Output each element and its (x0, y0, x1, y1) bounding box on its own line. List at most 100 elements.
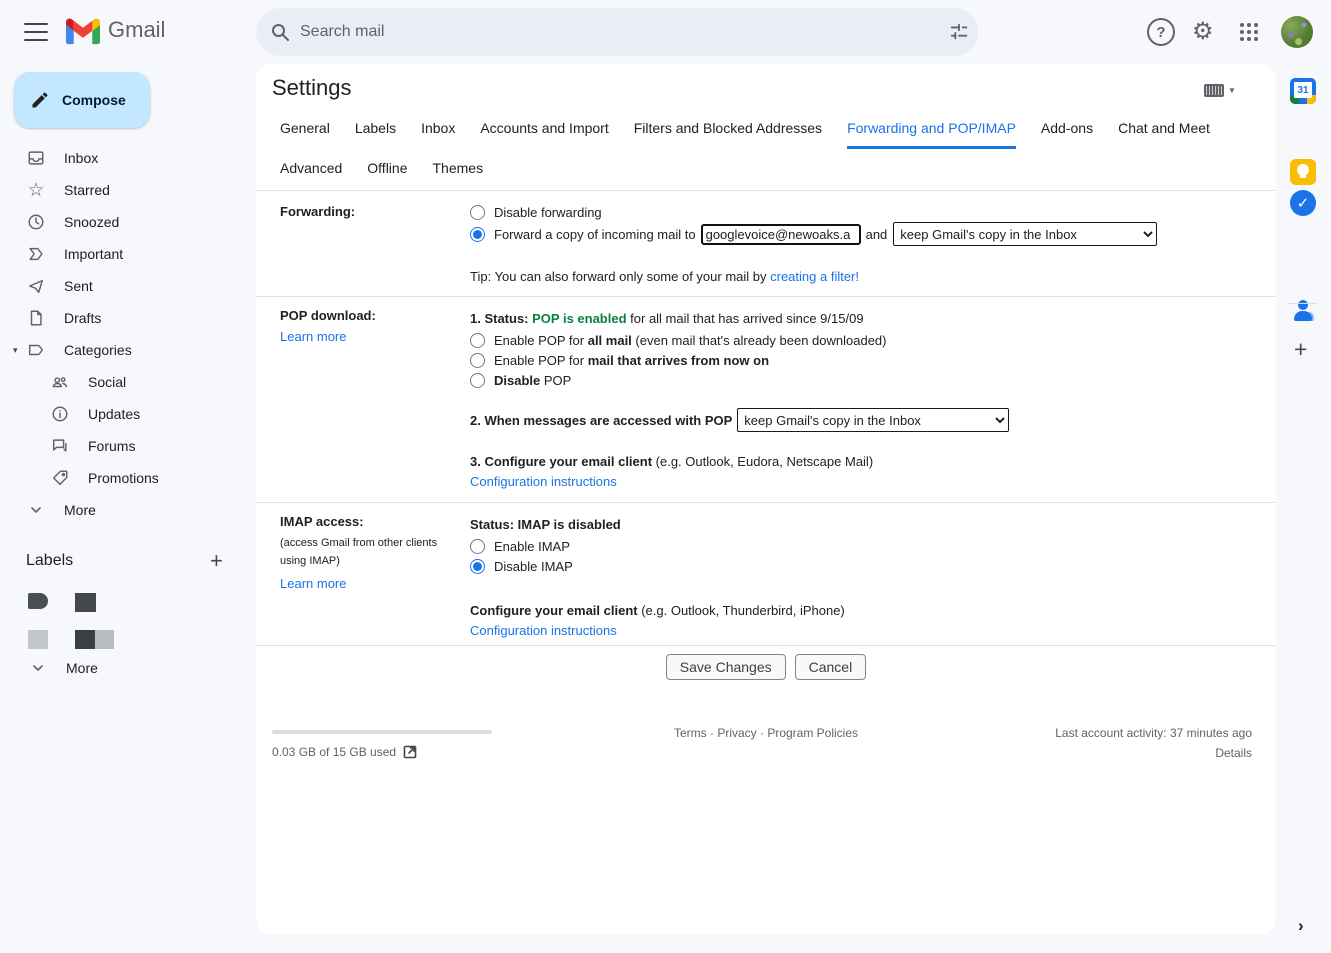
keyboard-dropdown-arrow-icon: ▼ (1228, 86, 1236, 95)
pop-configuration-instructions-link[interactable]: Configuration instructions (470, 474, 617, 489)
account-avatar[interactable] (1281, 16, 1313, 48)
google-contacts-icon[interactable] (1290, 298, 1316, 324)
sidebar-item-starred[interactable]: ☆ Starred (0, 174, 248, 206)
sidebar-item-sent[interactable]: Sent (0, 270, 248, 302)
keyboard-icon (1204, 84, 1224, 97)
main-menu-icon[interactable] (24, 23, 48, 41)
get-add-ons-icon[interactable]: + (1294, 336, 1307, 363)
sidebar-item-label: Inbox (64, 150, 98, 166)
sidebar-item-label: Forums (88, 438, 135, 454)
tab-advanced[interactable]: Advanced (280, 160, 342, 186)
sidebar-item-updates[interactable]: Updates (0, 398, 248, 430)
people-icon (50, 372, 70, 392)
hide-side-panel-icon[interactable]: › (1298, 916, 1304, 936)
sidebar-item-label: Sent (64, 278, 93, 294)
labels-more[interactable]: More (0, 652, 248, 684)
create-label-icon[interactable]: + (210, 548, 223, 574)
sidebar-item-more[interactable]: More (0, 494, 248, 526)
google-tasks-icon[interactable]: ✓ (1290, 190, 1316, 216)
pop-step3-rest: (e.g. Outlook, Eudora, Netscape Mail) (652, 454, 873, 469)
imap-configure-label: Configure your email client (470, 603, 638, 618)
forward-address-input[interactable] (701, 224, 861, 245)
search-bar[interactable] (256, 8, 978, 56)
settings-tabs-row1: General Labels Inbox Accounts and Import… (280, 120, 1210, 149)
radio-label-part: Disable IMAP (494, 559, 573, 574)
enable-pop-from-now-radio[interactable] (470, 353, 485, 368)
help-icon[interactable]: ? (1147, 18, 1175, 46)
expander-triangle-icon[interactable]: ▾ (13, 345, 18, 356)
form-actions: Save Changes Cancel (256, 654, 1276, 680)
cancel-button[interactable]: Cancel (795, 654, 867, 680)
save-changes-button[interactable]: Save Changes (666, 654, 786, 680)
google-calendar-icon[interactable]: 31 (1290, 78, 1316, 104)
tab-chat-and-meet[interactable]: Chat and Meet (1118, 120, 1210, 149)
details-link[interactable]: Details (1215, 746, 1252, 760)
imap-section-sublabel: (access Gmail from other clients using I… (280, 535, 460, 570)
label-tag-icon (28, 593, 48, 609)
tab-filters-and-blocked-addresses[interactable]: Filters and Blocked Addresses (634, 120, 822, 149)
sidebar-item-drafts[interactable]: Drafts (0, 302, 248, 334)
sidebar-item-social[interactable]: Social (0, 366, 248, 398)
info-icon (50, 404, 70, 424)
sidebar-item-categories[interactable]: ▾ Categories (0, 334, 248, 366)
imap-configuration-instructions-link[interactable]: Configuration instructions (470, 623, 617, 638)
forward-copy-radio[interactable] (470, 227, 485, 242)
label-item-redacted[interactable] (28, 630, 114, 649)
chat-icon (50, 436, 70, 456)
sidebar-item-label: More (64, 502, 96, 518)
tab-add-ons[interactable]: Add-ons (1041, 120, 1093, 149)
tab-inbox[interactable]: Inbox (421, 120, 455, 149)
search-input[interactable] (300, 23, 948, 41)
sidebar-item-snoozed[interactable]: Snoozed (0, 206, 248, 238)
gmail-logo-icon (66, 18, 100, 45)
creating-a-filter-link[interactable]: creating a filter! (770, 269, 859, 284)
tab-general[interactable]: General (280, 120, 330, 149)
tab-forwarding-and-pop-imap[interactable]: Forwarding and POP/IMAP (847, 120, 1016, 149)
disable-forwarding-label: Disable forwarding (494, 205, 602, 220)
forward-action-select[interactable]: keep Gmail's copy in the Inbox (893, 222, 1157, 246)
external-link-icon[interactable] (403, 745, 417, 759)
chevron-down-icon (26, 500, 46, 520)
sidebar-item-promotions[interactable]: Promotions (0, 462, 248, 494)
disable-imap-radio[interactable] (470, 559, 485, 574)
enable-imap-radio[interactable] (470, 539, 485, 554)
search-options-icon[interactable] (948, 21, 970, 43)
compose-button[interactable]: Compose (14, 72, 150, 128)
imap-learn-more-link[interactable]: Learn more (280, 576, 346, 591)
imap-section-label: IMAP access: (access Gmail from other cl… (280, 514, 460, 591)
label-item-redacted[interactable] (28, 593, 96, 612)
radio-label-part: Disable (494, 373, 540, 388)
search-icon[interactable] (270, 22, 290, 42)
labels-heading: Labels (26, 552, 73, 570)
google-apps-icon[interactable] (1240, 23, 1258, 41)
clock-icon (26, 212, 46, 232)
disable-forwarding-radio[interactable] (470, 205, 485, 220)
input-tools-toggle[interactable]: ▼ (1204, 84, 1236, 97)
google-keep-icon[interactable] (1290, 159, 1316, 185)
disable-pop-radio[interactable] (470, 373, 485, 388)
radio-label-part: POP (540, 373, 571, 388)
sidebar-item-label: Categories (64, 342, 132, 358)
tab-accounts-and-import[interactable]: Accounts and Import (480, 120, 608, 149)
page-title: Settings (272, 75, 352, 101)
sidebar-item-label: Updates (88, 406, 140, 422)
tab-labels[interactable]: Labels (355, 120, 396, 149)
pop-section: 1. Status: POP is enabled for all mail t… (470, 308, 1009, 491)
sidebar-item-forums[interactable]: Forums (0, 430, 248, 462)
sidebar-item-label: Promotions (88, 470, 159, 486)
tab-offline[interactable]: Offline (367, 160, 407, 186)
pop-learn-more-link[interactable]: Learn more (280, 329, 346, 344)
settings-gear-icon[interactable]: ⚙ (1192, 17, 1214, 45)
tab-themes[interactable]: Themes (433, 160, 484, 186)
chevron-down-icon (28, 658, 48, 678)
sidebar-item-inbox[interactable]: Inbox (0, 142, 248, 174)
sidebar-item-important[interactable]: Important (0, 238, 248, 270)
sidebar-item-label: Important (64, 246, 123, 262)
labels-more-label: More (66, 660, 98, 676)
sidebar-item-label: Snoozed (64, 214, 119, 230)
draft-file-icon (26, 308, 46, 328)
radio-label-part: all mail (588, 333, 632, 348)
pop-action-select[interactable]: keep Gmail's copy in the Inbox (737, 408, 1009, 432)
radio-label-part: mail that arrives from now on (588, 353, 769, 368)
enable-pop-all-mail-radio[interactable] (470, 333, 485, 348)
